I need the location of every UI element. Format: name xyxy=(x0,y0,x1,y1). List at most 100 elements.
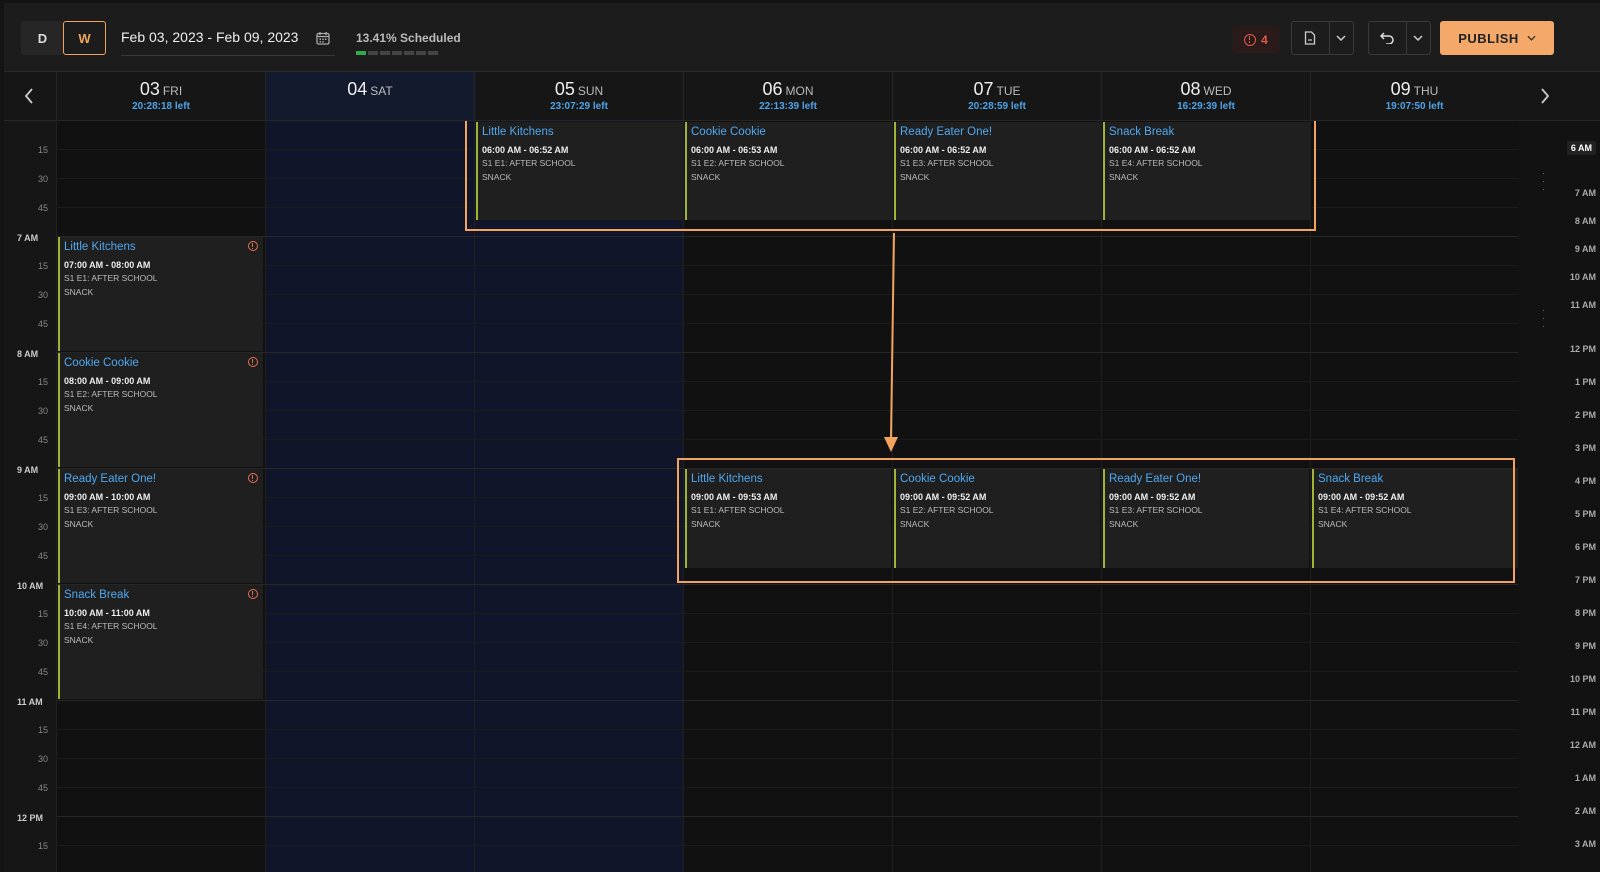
hour-index-label[interactable]: 11 PM xyxy=(1518,707,1596,717)
scheduled-progress-bar xyxy=(356,51,438,55)
ellipsis-icon: · · · xyxy=(1542,305,1545,331)
grid-line xyxy=(56,584,1518,585)
previous-week-button[interactable] xyxy=(4,72,54,120)
export-button[interactable] xyxy=(1292,22,1330,54)
week-view-button[interactable]: W xyxy=(63,21,106,55)
alerts-button[interactable]: 4 xyxy=(1233,26,1279,53)
shift-name: Ready Eater One! xyxy=(64,473,157,485)
hour-index-label[interactable]: 9 AM xyxy=(1518,244,1596,254)
time-axis: 15 30 45 7 AM 15 30 45 8 AM 15 30 45 9 AM 15 30 45 10 A… xyxy=(4,121,56,872)
hour-index-label[interactable]: 10 PM xyxy=(1518,674,1596,684)
hour-index-text: 10 PM xyxy=(1569,674,1596,684)
day-date: 07 TUE xyxy=(893,79,1101,100)
hour-index-label[interactable]: 10 AM xyxy=(1518,272,1596,282)
grid-line xyxy=(56,410,1518,411)
hour-label: 9 AM xyxy=(17,465,39,475)
day-header-thu[interactable]: 09 THU 19:07:50 left xyxy=(1310,72,1518,120)
undo-button[interactable] xyxy=(1369,22,1407,54)
shift-card[interactable]: Little Kitchens 07:00 AM - 08:00 AM S1 E1:… xyxy=(58,237,263,351)
grid-line xyxy=(56,613,1518,614)
grid-line xyxy=(56,845,1518,846)
day-header-sun[interactable]: 05 SUN 23:07:29 left xyxy=(474,72,683,120)
calendar-icon[interactable] xyxy=(316,31,330,45)
day-number: 06 xyxy=(762,79,783,99)
shift-card[interactable]: Cookie Cookie 08:00 AM - 09:00 AM S1 E2: A… xyxy=(58,353,263,467)
ellipsis-icon: · · · xyxy=(1542,168,1545,194)
hour-index-label[interactable]: 1 PM xyxy=(1518,377,1596,387)
hour-index-text: 12 AM xyxy=(1569,740,1596,750)
hour-index-label[interactable]: 12 PM xyxy=(1518,344,1596,354)
warning-icon[interactable] xyxy=(248,589,258,599)
day-view-button[interactable]: D xyxy=(21,21,64,55)
hour-index-label[interactable]: 7 PM xyxy=(1518,575,1596,585)
hour-index-text: 6 PM xyxy=(1574,542,1596,552)
time-left: 19:07:50 left xyxy=(1385,101,1444,112)
hour-label: 8 AM xyxy=(17,349,39,359)
hour-index-label[interactable]: 4 PM xyxy=(1518,476,1596,486)
quarter-label: 15 xyxy=(37,493,48,503)
undo-button-group xyxy=(1368,21,1431,55)
hour-index-text: 6 AM xyxy=(1566,141,1596,155)
alert-icon xyxy=(1244,33,1257,46)
hour-index-label[interactable]: 6 PM xyxy=(1518,542,1596,552)
hour-index-label[interactable]: 6 AM xyxy=(1518,141,1596,155)
quarter-label: 15 xyxy=(37,145,48,155)
hour-index-label[interactable]: 9 PM xyxy=(1518,641,1596,651)
hour-index-label[interactable]: 2 PM xyxy=(1518,410,1596,420)
chevron-right-icon xyxy=(1541,88,1550,104)
date-range-text: Feb 03, 2023 - Feb 09, 2023 xyxy=(121,29,299,45)
hour-index-label[interactable]: 11 AM xyxy=(1518,300,1596,310)
hour-index-label[interactable]: 3 AM xyxy=(1518,839,1596,849)
hour-index-label[interactable]: 2 AM xyxy=(1518,806,1596,816)
grid-line xyxy=(56,729,1518,730)
shift-detail: S1 E4: AFTER SCHOOL xyxy=(64,621,158,631)
day-header-fri[interactable]: 03 FRI 20:28:18 left xyxy=(56,72,265,120)
time-left: 20:28:59 left xyxy=(968,101,1026,112)
hour-index-label[interactable]: 12 AM xyxy=(1518,740,1596,750)
day-header-sat[interactable]: 04 SAT xyxy=(265,72,474,120)
day-number: 03 xyxy=(139,79,160,99)
export-dropdown-toggle[interactable] xyxy=(1330,22,1353,54)
hour-index-label[interactable]: 7 AM xyxy=(1518,188,1596,198)
hour-index-label[interactable]: 8 AM xyxy=(1518,216,1596,226)
day-date: 06 MON xyxy=(684,79,892,100)
hour-index-label[interactable]: 5 PM xyxy=(1518,509,1596,519)
hour-index-text: 8 PM xyxy=(1574,608,1596,618)
day-header-wed[interactable]: 08 WED 16:29:39 left xyxy=(1101,72,1310,120)
hour-index-text: 2 AM xyxy=(1574,806,1596,816)
hour-index-text: 3 AM xyxy=(1574,839,1596,849)
grid-line xyxy=(56,265,1518,266)
hour-index-label[interactable]: 1 AM xyxy=(1518,773,1596,783)
hour-index-text: 1 AM xyxy=(1574,773,1596,783)
next-week-button[interactable] xyxy=(1520,72,1570,120)
hour-index-text: 10 AM xyxy=(1569,272,1596,282)
hour-index-label[interactable]: 8 PM xyxy=(1518,608,1596,618)
warning-icon[interactable] xyxy=(248,473,258,483)
shift-detail: S1 E3: AFTER SCHOOL xyxy=(64,505,158,515)
quarter-label: 30 xyxy=(37,290,48,300)
day-header-tue[interactable]: 07 TUE 20:28:59 left xyxy=(892,72,1101,120)
hour-index-label[interactable]: 3 PM xyxy=(1518,443,1596,453)
week-day-header: 03 FRI 20:28:18 left 04 SAT 05 SUN 23:07:29 lef… xyxy=(4,72,1600,121)
calendar-grid: 15 30 45 7 AM 15 30 45 8 AM 15 30 45 9 AM 15 30 45 10 A… xyxy=(4,121,1600,872)
highlight-box-target xyxy=(677,458,1515,583)
day-name: TUE xyxy=(996,84,1021,98)
day-date: 08 WED xyxy=(1102,79,1310,100)
alert-count: 4 xyxy=(1261,32,1268,47)
day-number: 04 xyxy=(347,79,368,99)
hour-index-text: 9 AM xyxy=(1574,244,1596,254)
warning-icon[interactable] xyxy=(248,357,258,367)
hour-index-column: 6 AM 7 AM 8 AM 9 AM 10 AM 11 AM 12 PM 1 PM 2 PM 3… xyxy=(1518,121,1600,872)
shift-card[interactable]: Snack Break 10:00 AM - 11:00 AM S1 E4: AFT… xyxy=(58,585,263,699)
publish-button[interactable]: PUBLISH xyxy=(1440,21,1554,55)
shift-time: 09:00 AM - 10:00 AM xyxy=(64,492,151,502)
date-range-field[interactable]: Feb 03, 2023 - Feb 09, 2023 xyxy=(121,25,335,56)
time-left: 16:29:39 left xyxy=(1177,101,1235,112)
shift-card[interactable]: Ready Eater One! 09:00 AM - 10:00 AM S1 E3… xyxy=(58,469,263,583)
warning-icon[interactable] xyxy=(248,241,258,251)
quarter-label: 15 xyxy=(37,725,48,735)
day-header-mon[interactable]: 06 MON 22:13:39 left xyxy=(683,72,892,120)
grid-line xyxy=(56,323,1518,324)
quarter-label: 15 xyxy=(37,609,48,619)
undo-dropdown-toggle[interactable] xyxy=(1407,22,1430,54)
